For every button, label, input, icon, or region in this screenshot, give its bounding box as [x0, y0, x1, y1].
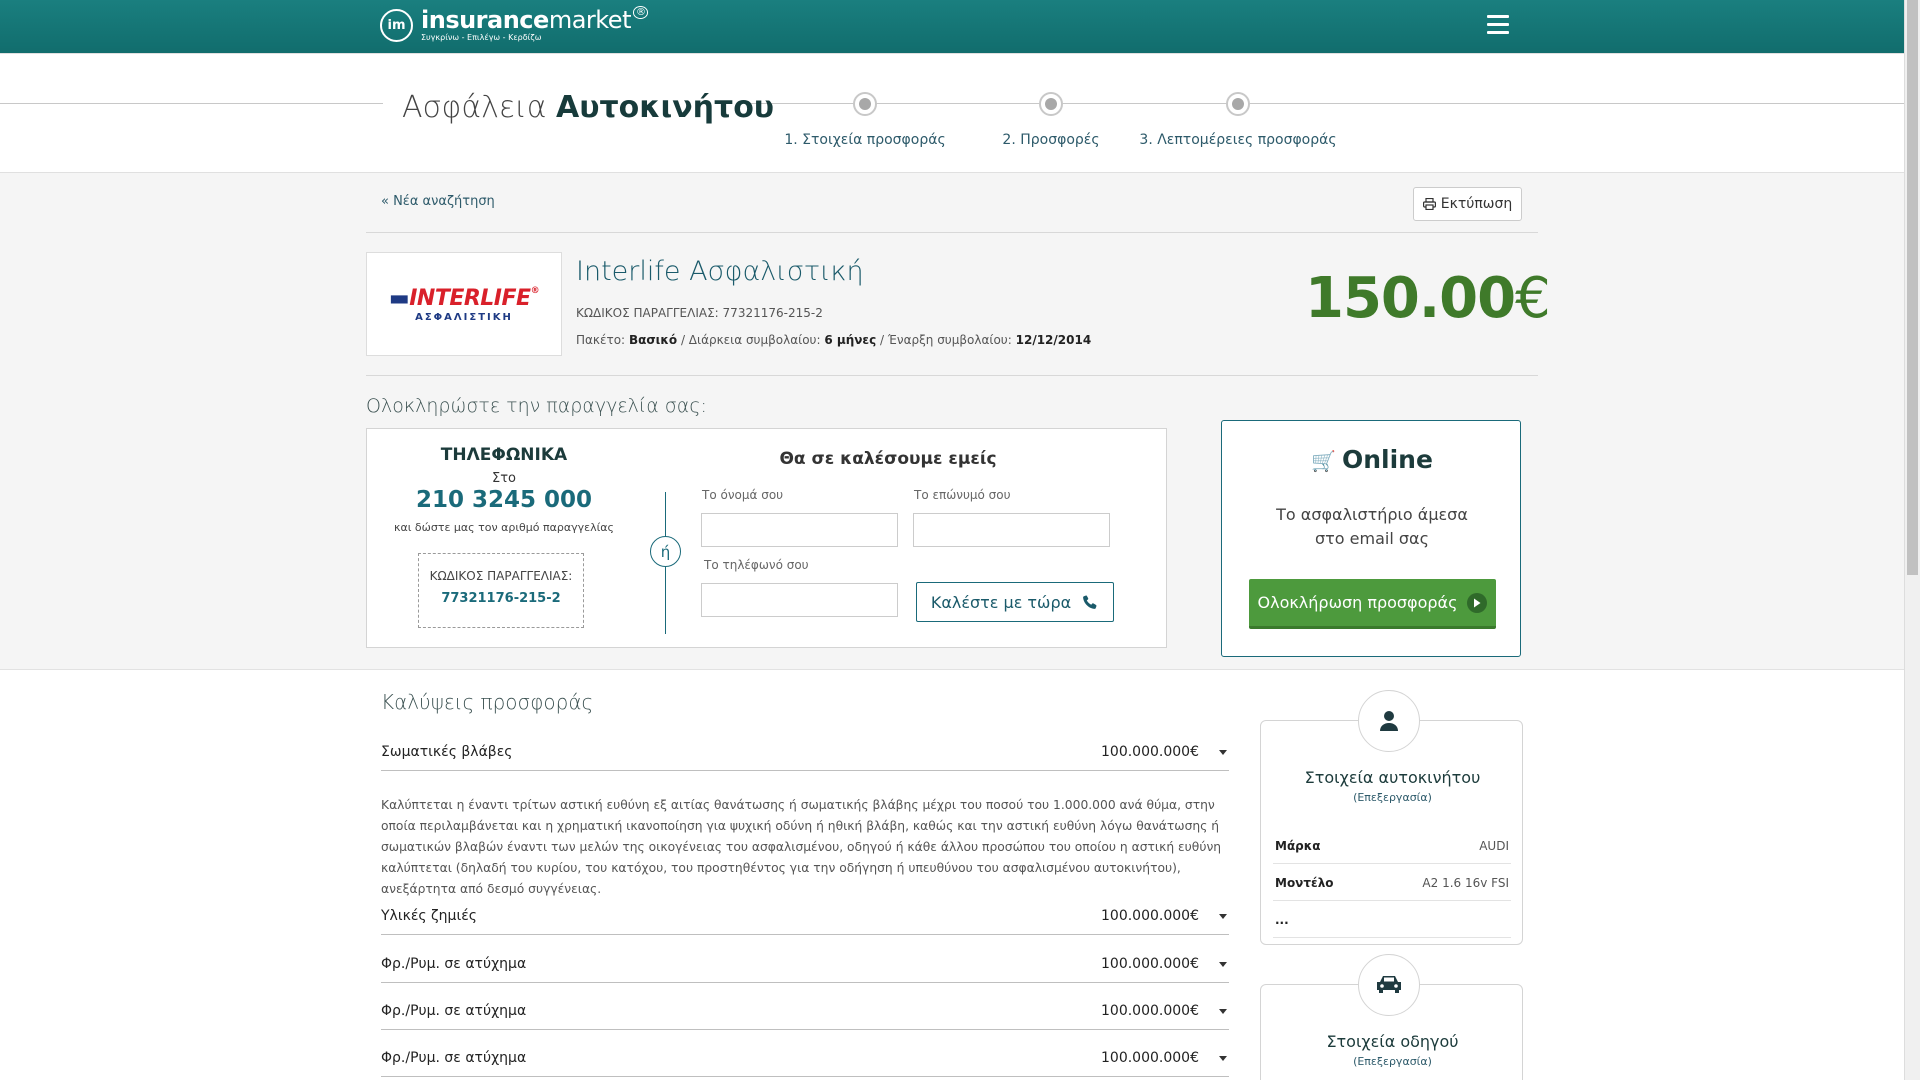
order-code-value: 77321176-215-2 [722, 306, 823, 320]
step-1-label: 1. Στοιχεία προσφοράς [784, 132, 946, 148]
vehicle-row: Μοντέλο A2 1.6 16v FSI [1273, 864, 1511, 901]
vehicle-row: Μάρκα AUDI [1273, 827, 1511, 864]
new-search-link[interactable]: « Νέα αναζήτηση [381, 194, 495, 209]
complete-offer-button[interactable]: Ολοκλήρωση προσφοράς [1249, 579, 1496, 629]
package-line: Πακέτο: Βασικό / Διάρκεια συμβολαίου: 6 … [576, 333, 1092, 347]
phone-heading: ΤΗΛΕΦΩΝΙΚΑ [440, 445, 568, 465]
logo-word-light: market [548, 6, 632, 34]
steps-area [0, 53, 1904, 173]
order-code-line: ΚΩΔΙΚΟΣ ΠΑΡΑΓΓΕΛΙΑΣ: 77321176-215-2 [576, 306, 823, 320]
company-name: Interlife Ασφαλιστική [576, 256, 864, 287]
first-name-input[interactable] [701, 513, 898, 547]
car-avatar [1358, 954, 1420, 1016]
driver-edit-link[interactable]: (Επεξεργασία) [1261, 1055, 1524, 1068]
registered-icon: ® [632, 6, 649, 19]
site-logo[interactable]: im insurancemarket ® Συγκρίνω - Επιλέγω -… [380, 6, 649, 42]
coverage-row[interactable]: Φρ./Ρυμ. σε ατύχημα 100.000.000€ [381, 1039, 1229, 1077]
caret-down-icon[interactable] [1219, 914, 1227, 919]
logo-tagline: Συγκρίνω - Επιλέγω - Κερδίζω [421, 33, 542, 42]
last-name-label: Το επώνυμό σου [914, 488, 1011, 502]
car-icon [1377, 976, 1401, 993]
vehicle-edit-link[interactable]: (Επεξεργασία) [1261, 791, 1524, 804]
phone-order-box: ΤΗΛΕΦΩΝΙΚΑ Στο 210 3245 000 και δώστε μα… [366, 428, 1167, 648]
caret-down-icon[interactable] [1219, 962, 1227, 967]
print-label: Εκτύπωση [1440, 196, 1513, 212]
cart-icon: 🛒 [1311, 449, 1336, 473]
divider [366, 232, 1538, 233]
online-heading: 🛒 Online [1311, 445, 1433, 474]
step-2-label: 2. Προσφορές [1002, 132, 1100, 148]
duration-value: 6 μήνες [824, 333, 877, 347]
driver-card-title: Στοιχεία οδηγού [1326, 1032, 1459, 1051]
order-code-box-value: 77321176-215-2 [441, 591, 561, 606]
top-navbar: im insurancemarket ® Συγκρίνω - Επιλέγω -… [0, 0, 1904, 53]
print-button[interactable]: Εκτύπωση [1413, 187, 1522, 221]
caret-down-icon[interactable] [1219, 750, 1227, 755]
coverage-row[interactable]: Σωματικές βλάβες 100.000.000€ [381, 733, 1229, 771]
online-order-box: 🛒 Online Το ασφαλιστήριο άμεσα στο email … [1221, 420, 1521, 657]
scrollbar-thumb[interactable] [1907, 0, 1918, 575]
play-icon [1467, 592, 1488, 613]
last-name-input[interactable] [913, 513, 1110, 547]
page-title: Ασφάλεια Αυτοκινήτου [402, 90, 775, 125]
coverage-row[interactable]: Φρ./Ρυμ. σε ατύχημα 100.000.000€ [381, 992, 1229, 1030]
call-me-button[interactable]: Καλέστε με τώρα [916, 582, 1114, 622]
steps-line [0, 103, 383, 104]
coverage-row[interactable]: Φρ./Ρυμ. σε ατύχημα 100.000.000€ [381, 945, 1229, 983]
currency-symbol: € [1515, 266, 1551, 331]
caret-down-icon[interactable] [1219, 1056, 1227, 1061]
logo-word-bold: insurance [421, 6, 549, 34]
coverage-description: Καλύπτεται η έναντι τρίτων αστική ευθύνη… [381, 798, 1222, 896]
complete-order-title: Ολοκληρώστε την παραγγελία σας: [366, 395, 707, 417]
start-date-value: 12/12/2014 [1015, 333, 1092, 347]
or-badge: ή [650, 536, 681, 567]
user-avatar [1358, 690, 1420, 752]
online-description: Το ασφαλιστήριο άμεσα στο email σας [1276, 505, 1468, 548]
step-1-dot [853, 92, 877, 116]
phone-label: Το τηλέφωνό σου [704, 558, 809, 572]
first-name-label: Το όνομά σου [702, 488, 784, 502]
step-3-dot [1226, 92, 1250, 116]
printer-icon [1422, 198, 1436, 210]
vehicle-card-title: Στοιχεία αυτοκινήτου [1304, 768, 1481, 787]
callback-heading: Θα σε καλέσουμε εμείς [779, 449, 997, 469]
caret-down-icon[interactable] [1219, 1009, 1227, 1014]
package-value: Βασικό [628, 333, 678, 347]
phone-icon [1083, 595, 1097, 609]
hamburger-menu-icon[interactable] [1487, 15, 1509, 35]
phone-input[interactable] [701, 583, 898, 617]
logo-mark: im [380, 8, 413, 42]
divider [366, 375, 1538, 376]
phone-number[interactable]: 210 3245 000 [416, 487, 592, 513]
user-icon [1380, 711, 1398, 731]
phone-instructions: και δώστε μας τον αριθμό παραγγελίας [393, 521, 615, 534]
vertical-scrollbar[interactable] [1904, 0, 1920, 1080]
vehicle-details-card: Στοιχεία αυτοκινήτου (Επεξεργασία) Μάρκα… [1260, 720, 1523, 945]
offer-price: 150.00€ [1305, 266, 1551, 331]
coverage-row[interactable]: Υλικές ζημιές 100.000.000€ [381, 897, 1229, 935]
steps-line [742, 103, 1904, 104]
order-code-box: ΚΩΔΙΚΟΣ ΠΑΡΑΓΓΕΛΙΑΣ: 77321176-215-2 [418, 553, 584, 628]
step-2-dot [1039, 92, 1063, 116]
vehicle-row: ... [1273, 901, 1511, 938]
phone-sto: Στο [492, 471, 516, 486]
step-3-label: 3. Λεπτομέρειες προσφοράς [1139, 132, 1337, 148]
coverages-title: Καλύψεις προσφοράς [381, 690, 594, 714]
insurer-logo: ▬INTERLIFE® ΑΣΦΑΛΙΣΤΙΚΗ [366, 252, 562, 356]
